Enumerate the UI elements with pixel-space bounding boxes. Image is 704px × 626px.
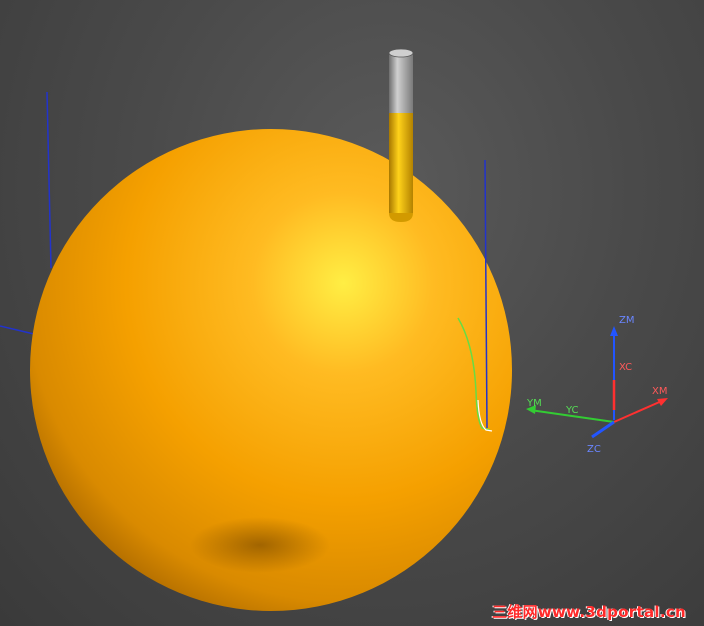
zc-axis-label: ZC	[587, 444, 601, 455]
reference-axis-line	[0, 325, 35, 335]
xm-axis-label: XM	[652, 386, 667, 397]
sphere-model[interactable]	[30, 129, 512, 611]
scene-canvas[interactable]: ZM XC XM YM YC ZC	[0, 0, 704, 626]
watermark-text: 三维网www.3dportal.cn	[491, 603, 686, 621]
ym-axis-label: YM	[526, 398, 542, 409]
yc-axis-label: YC	[565, 405, 579, 416]
zm-axis-label: ZM	[619, 315, 634, 326]
xc-axis-label: XC	[619, 362, 632, 373]
reference-axis-line	[46, 91, 52, 269]
cutting-tool[interactable]	[388, 48, 414, 222]
coordinate-triad[interactable]: ZM XC XM YM YC ZC	[526, 315, 668, 455]
graphics-viewport[interactable]: ZM XC XM YM YC ZC 三维网www.3dportal.cn	[0, 0, 704, 626]
